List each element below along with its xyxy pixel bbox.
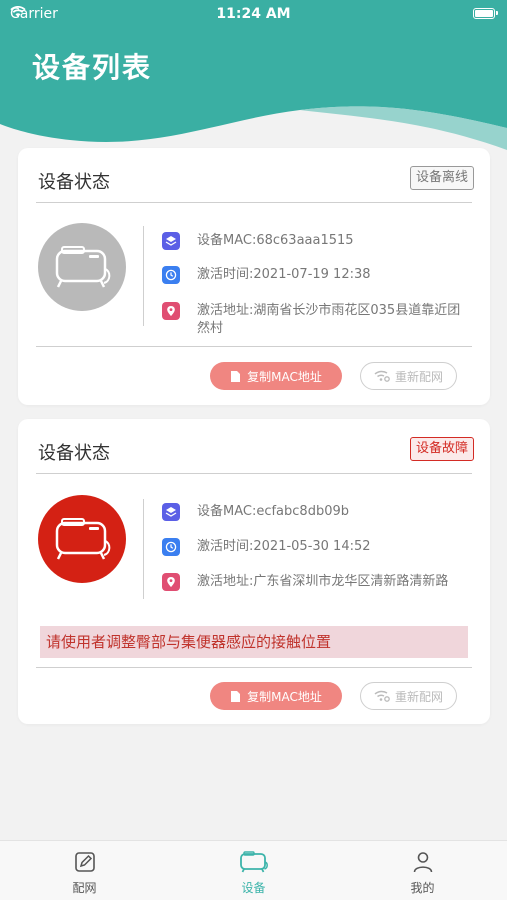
device-card: 设备状态 设备离线 设备MAC:68c63aaa1515 激活时间:2021-0… [18, 148, 490, 405]
copy-mac-label: 复制MAC地址 [247, 689, 322, 704]
device-card: 设备状态 设备故障 设备MAC:ecfabc8db09b 激活时间:2021-0… [18, 419, 490, 724]
toilet-device-icon [55, 246, 111, 288]
activation-address-row: 激活地址:广东省深圳市龙华区清新路清新路 [162, 573, 462, 591]
layers-icon [162, 503, 180, 521]
clock-icon [162, 538, 180, 556]
divider [36, 346, 472, 347]
header: Carrier 11:24 AM 设备列表 [0, 0, 507, 150]
divider [36, 667, 472, 668]
device-list-screen: Carrier 11:24 AM 设备列表 设备状态 设备离线 设备MAC:68… [0, 0, 507, 900]
activation-time-row: 激活时间:2021-05-30 14:52 [162, 538, 462, 556]
status-badge: 设备故障 [409, 437, 474, 461]
tab-bar: 配网 设备 我的 [0, 840, 507, 900]
battery-icon [473, 8, 498, 19]
mac-text: 设备MAC:ecfabc8db09b [197, 504, 349, 519]
reconfigure-network-label: 重新配网 [394, 689, 443, 704]
vertical-divider [143, 499, 144, 599]
tab-label: 我的 [410, 881, 435, 895]
tab-label: 配网 [72, 881, 97, 895]
reconfigure-network-label: 重新配网 [394, 369, 443, 384]
page-title: 设备列表 [32, 51, 153, 84]
activation-address-text: 激活地址:湖南省长沙市雨花区035县道靠近团然村 [197, 303, 461, 336]
user-icon [411, 849, 435, 875]
tab-label: 设备 [241, 881, 266, 895]
copy-mac-button[interactable]: 复制MAC地址 [210, 682, 342, 710]
wifi-settings-icon [374, 690, 390, 702]
mac-row: 设备MAC:68c63aaa1515 [162, 232, 462, 250]
activation-address-text: 激活地址:广东省深圳市龙华区清新路清新路 [197, 574, 449, 589]
edit-icon [73, 849, 97, 875]
location-pin-icon [162, 302, 180, 320]
card-title: 设备状态 [38, 443, 110, 464]
copy-mac-button[interactable]: 复制MAC地址 [210, 362, 342, 390]
tab-profile[interactable]: 我的 [338, 841, 507, 900]
reconfigure-network-button[interactable]: 重新配网 [360, 682, 457, 710]
toilet-device-icon [55, 518, 111, 560]
document-icon [231, 370, 241, 382]
device-image [38, 223, 126, 311]
layers-icon [162, 232, 180, 250]
clock-icon [162, 266, 180, 284]
vertical-divider [143, 226, 144, 326]
mac-row: 设备MAC:ecfabc8db09b [162, 503, 462, 521]
copy-mac-label: 复制MAC地址 [247, 369, 322, 384]
reconfigure-network-button[interactable]: 重新配网 [360, 362, 457, 390]
status-badge: 设备离线 [409, 166, 474, 190]
activation-time-row: 激活时间:2021-07-19 12:38 [162, 266, 462, 284]
device-image [38, 495, 126, 583]
document-icon [231, 690, 241, 702]
divider [36, 202, 472, 203]
tab-devices[interactable]: 设备 [169, 841, 338, 900]
wifi-settings-icon [374, 370, 390, 382]
location-pin-icon [162, 573, 180, 591]
card-title: 设备状态 [38, 172, 110, 193]
divider [36, 473, 472, 474]
activation-address-row: 激活地址:湖南省长沙市雨花区035县道靠近团然村 [162, 302, 462, 338]
device-icon [239, 849, 269, 875]
clock: 11:24 AM [216, 6, 291, 22]
mac-text: 设备MAC:68c63aaa1515 [197, 233, 354, 248]
status-bar: Carrier 11:24 AM [0, 0, 507, 30]
activation-time-text: 激活时间:2021-05-30 14:52 [197, 539, 371, 554]
fault-warning-banner: 请使用者调整臀部与集便器感应的接触位置 [40, 626, 468, 658]
tab-network-config[interactable]: 配网 [0, 841, 169, 900]
activation-time-text: 激活时间:2021-07-19 12:38 [197, 267, 371, 282]
